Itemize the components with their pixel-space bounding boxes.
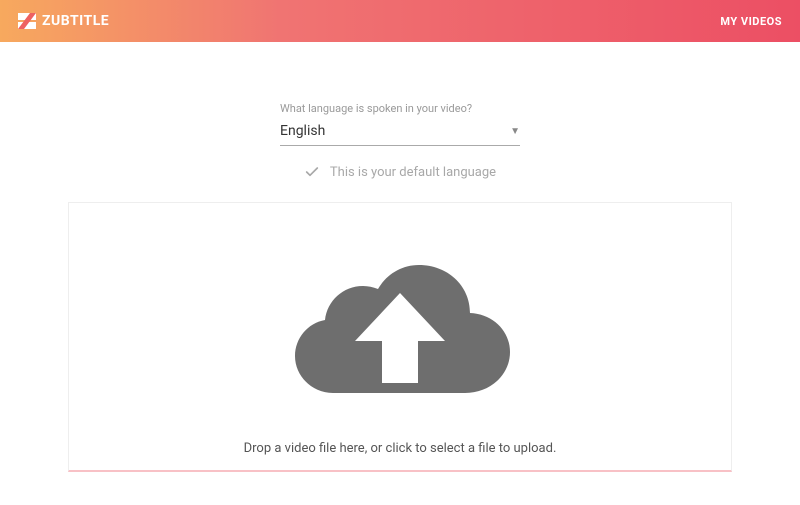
language-label: What language is spoken in your video? [280,102,520,115]
language-selected-value: English [280,123,325,139]
chevron-down-icon: ▼ [510,126,520,137]
upload-dropzone[interactable]: Drop a video file here, or click to sele… [68,202,732,472]
main-content: What language is spoken in your video? E… [0,42,800,472]
default-language-text: This is your default language [330,165,496,180]
app-header: ZUBTITLE MY VIDEOS [0,0,800,42]
nav-my-videos[interactable]: MY VIDEOS [720,15,782,28]
logo-icon [18,12,36,30]
dropzone-prompt: Drop a video file here, or click to sele… [244,441,557,456]
cloud-upload-icon [285,243,515,407]
default-language-row: This is your default language [304,164,496,180]
brand-name: ZUBTITLE [42,13,109,29]
language-dropdown[interactable]: English ▼ [280,119,520,146]
check-icon [304,164,320,180]
brand-logo[interactable]: ZUBTITLE [18,12,109,30]
